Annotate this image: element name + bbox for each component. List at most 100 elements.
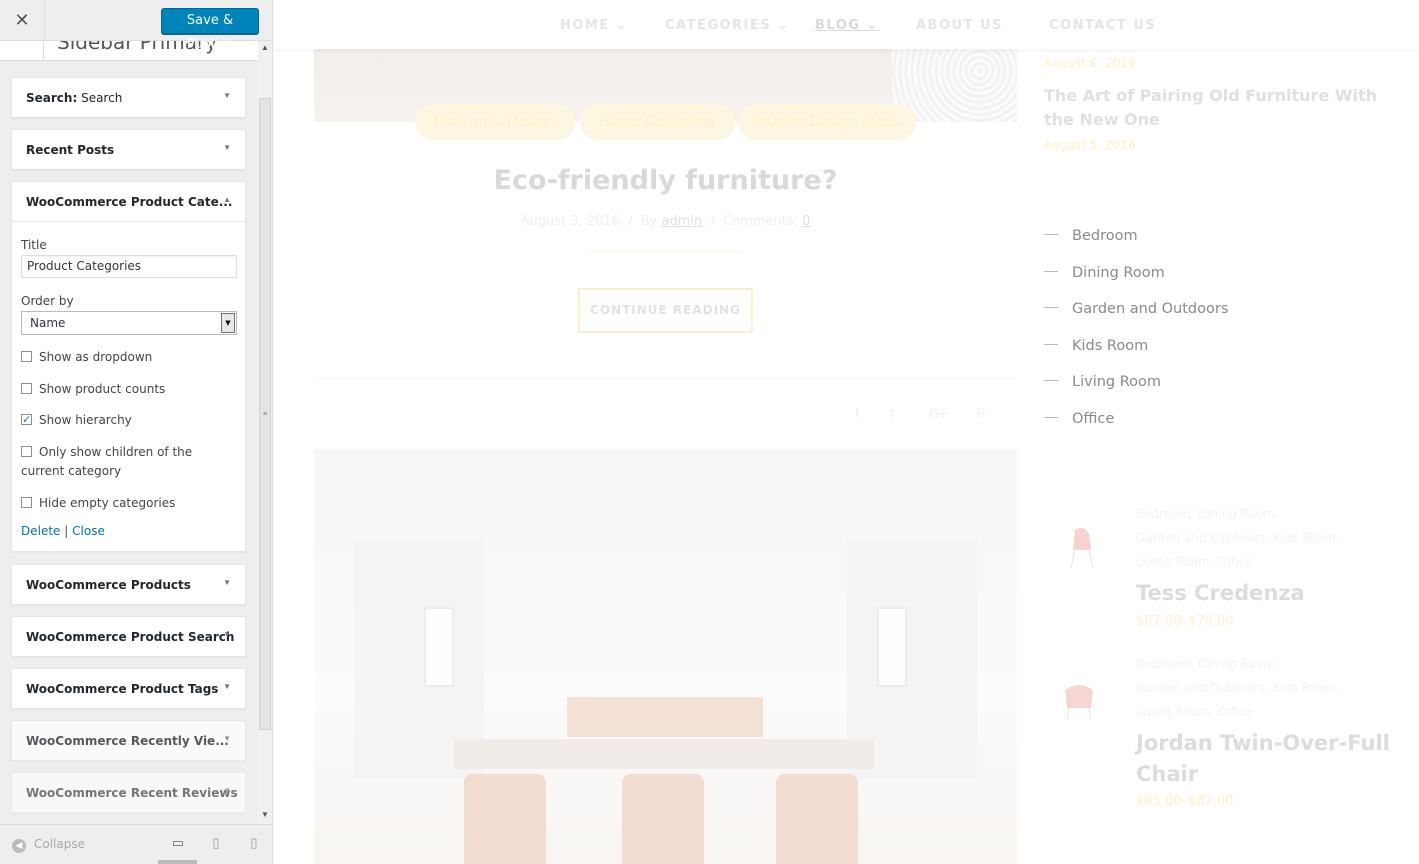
widget-woo-product-search[interactable]: WooCommerce Product Search ▼ [11, 616, 246, 657]
close-customizer-button[interactable]: ✕ [0, 0, 45, 41]
checkbox[interactable] [21, 497, 32, 508]
scroll-down-arrow-icon[interactable]: ▼ [258, 810, 272, 822]
widget-header[interactable]: WooCommerce Recent Reviews ▼ [12, 773, 245, 813]
checkbox-label: Hide empty categories [39, 496, 176, 510]
widget-search-header[interactable]: Search: Search ▼ [12, 78, 245, 118]
collapse-label: Collapse [34, 837, 85, 851]
category-item[interactable]: Dining Room [1044, 265, 1165, 281]
post-author-link[interactable]: admin [662, 214, 703, 229]
widget-header[interactable]: WooCommerce Product Tags ▼ [12, 669, 245, 709]
twitter-icon[interactable]: t [890, 405, 894, 421]
title-input[interactable]: Product Categories [21, 255, 237, 278]
desktop-preview-icon[interactable]: ▭ [169, 835, 187, 853]
sidebar-scrollbar[interactable]: ▲ ≡ ▼ [258, 41, 272, 824]
checkbox-checked[interactable] [21, 410, 32, 429]
checkbox[interactable] [21, 446, 32, 457]
checkbox-label: Only show children of the current catego… [21, 445, 193, 478]
post-title[interactable]: Eco-friendly furniture? [314, 165, 1017, 196]
continue-reading-button[interactable]: CONTINUE READING [578, 288, 753, 333]
save-publish-button[interactable]: Save & Publish [161, 8, 259, 52]
expand-arrow-icon[interactable]: ▼ [223, 143, 231, 152]
nav-blog[interactable]: BLOG ⌄ [815, 18, 879, 33]
widget-woo-product-tags[interactable]: WooCommerce Product Tags ▼ [11, 668, 246, 709]
expand-arrow-icon[interactable]: ▼ [223, 734, 231, 743]
checkbox-show-product-counts[interactable]: Show product counts [21, 380, 237, 399]
checkbox-label: Show product counts [39, 382, 166, 396]
post-meta: August 3, 2016 / By admin / Comments: 0 [520, 214, 811, 229]
category-item[interactable]: Garden and Outdoors [1044, 301, 1228, 317]
category-label: Garden and Outdoors [1072, 301, 1229, 317]
product-category-line: Garden and Outdoors, Kids Room, [1136, 531, 1340, 545]
delete-link[interactable]: Delete [21, 524, 60, 538]
mobile-preview-icon[interactable]: ▯ [245, 835, 263, 853]
nav-categories[interactable]: CATEGORIES ⌄ [665, 18, 790, 33]
category-item[interactable]: Kids Room [1044, 338, 1148, 354]
product-thumbnail[interactable] [1063, 526, 1103, 570]
nav-contact[interactable]: CONTACT US [1049, 18, 1156, 33]
nav-label: ABOUT US [916, 18, 1003, 33]
scrollbar-thumb[interactable]: ≡ [259, 98, 271, 730]
collapse-button[interactable]: ◀ Collapse [12, 837, 85, 853]
chevron-down-icon: ⌄ [777, 18, 790, 33]
checkbox-label: Show hierarchy [39, 413, 132, 427]
orderby-value: Name [30, 316, 66, 330]
widget-title: WooCommerce Recent Reviews [26, 786, 238, 800]
expand-arrow-icon[interactable]: ▼ [223, 578, 231, 587]
widget-header[interactable]: WooCommerce Products ▼ [12, 565, 245, 605]
dash-icon [1044, 234, 1058, 235]
widget-title-label: Search: [26, 91, 78, 105]
google-plus-icon[interactable]: G+ [929, 405, 948, 421]
widget-search[interactable]: Search: Search ▼ [11, 77, 246, 118]
nav-home[interactable]: HOME ⌄ [560, 18, 628, 33]
close-link[interactable]: Close [72, 524, 105, 538]
expand-arrow-icon[interactable]: ▼ [223, 786, 231, 795]
checkbox-hide-empty[interactable]: Hide empty categories [21, 494, 237, 513]
expand-arrow-icon[interactable]: ▼ [223, 682, 231, 691]
dropdown-arrow-icon[interactable]: ▼ [221, 313, 235, 333]
widget-header[interactable]: WooCommerce Recently Vie... ▼ [12, 721, 245, 761]
collapse-arrow-icon[interactable]: ▲ [223, 195, 231, 204]
widget-product-categories-header[interactable]: WooCommerce Product Cate... ▲ [12, 182, 245, 222]
checkbox-label: Show as dropdown [39, 350, 153, 364]
product-category-line: Living Room, Office [1136, 555, 1253, 569]
expand-arrow-icon[interactable]: ▼ [223, 91, 231, 100]
checkbox-show-dropdown[interactable]: Show as dropdown [21, 348, 237, 367]
post-comments-count[interactable]: 0 [802, 214, 810, 229]
category-item[interactable]: Bedroom [1044, 228, 1138, 244]
chair [622, 774, 704, 864]
product-thumbnail[interactable] [1059, 680, 1099, 724]
product-name[interactable]: Tess Credenza [1136, 578, 1396, 609]
checkbox[interactable] [21, 383, 32, 394]
post-featured-image[interactable] [314, 449, 1017, 864]
post-category-tag[interactable]: Home Designing [580, 104, 735, 140]
scroll-up-arrow-icon[interactable]: ▲ [258, 43, 272, 55]
checkbox-show-hierarchy[interactable]: Show hierarchy [21, 410, 237, 430]
checkbox-only-children[interactable]: Only show children of the current catego… [21, 443, 237, 481]
post-category-tag[interactable]: Interior Design Ideas [738, 104, 916, 140]
post-category-tag[interactable]: Fashion & Design [415, 104, 575, 140]
tablet-preview-icon[interactable]: ▯ [207, 835, 225, 853]
widget-woo-products[interactable]: WooCommerce Products ▼ [11, 564, 246, 605]
widget-recent-posts[interactable]: Recent Posts ▼ [11, 129, 246, 170]
category-item[interactable]: Office [1044, 411, 1114, 427]
expand-arrow-icon[interactable]: ▼ [223, 630, 231, 639]
widget-header[interactable]: WooCommerce Product Search ▼ [12, 617, 245, 657]
nav-about[interactable]: ABOUT US [916, 18, 1003, 33]
orderby-label: Order by [21, 294, 74, 308]
pinterest-icon[interactable]: P [976, 405, 985, 421]
orderby-select[interactable]: Name ▼ [21, 311, 237, 335]
category-item[interactable]: Living Room [1044, 374, 1161, 390]
nav-label: CATEGORIES [665, 18, 772, 33]
dash-icon [1044, 344, 1058, 345]
recent-post-title[interactable]: The Art of Pairing Old Furniture With th… [1044, 84, 1384, 132]
facebook-icon[interactable]: f [855, 405, 859, 421]
checkbox[interactable] [21, 351, 32, 362]
category-label: Living Room [1072, 374, 1162, 390]
product-name[interactable]: Jordan Twin-Over-Full Chair [1136, 728, 1396, 790]
dash-icon [1044, 417, 1058, 418]
widget-woo-recently-viewed[interactable]: WooCommerce Recently Vie... ▼ [11, 720, 246, 761]
active-device-indicator [158, 860, 197, 864]
widget-title: WooCommerce Product Tags [26, 682, 219, 696]
widget-recent-posts-header[interactable]: Recent Posts ▼ [12, 130, 245, 170]
widget-woo-recent-reviews[interactable]: WooCommerce Recent Reviews ▼ [11, 772, 246, 813]
